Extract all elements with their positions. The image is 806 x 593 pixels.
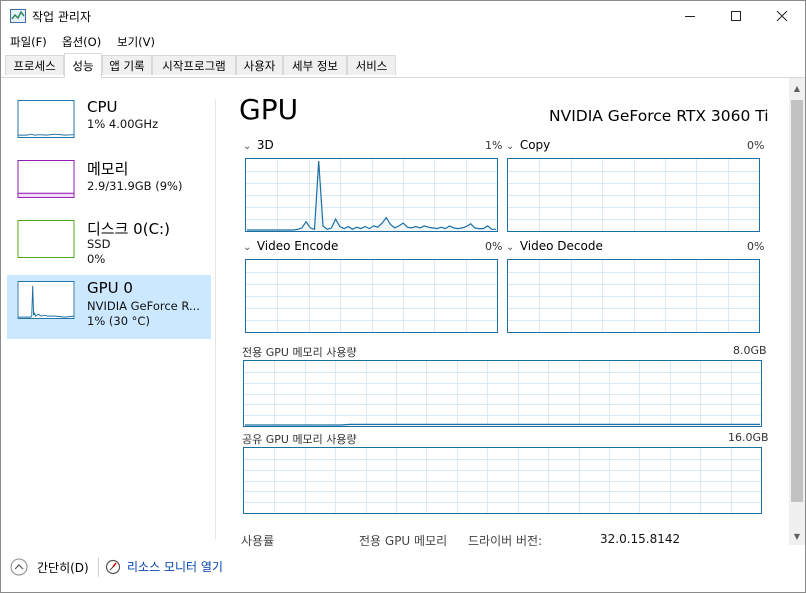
engine-value: 0% (747, 240, 765, 253)
sidebar-item-detail: 2.9/31.9GB (9%) (87, 179, 183, 193)
maximize-button[interactable] (713, 1, 759, 31)
footer: 간단히(D) 리소스 모니터 열기 (1, 551, 805, 591)
sidebar-item-detail-2: 1% (30 °C) (87, 314, 150, 328)
task-manager-app-icon (10, 9, 26, 23)
stat-utilization-label: 사용률 (241, 534, 275, 548)
shared-memory-max: 16.0GB (728, 431, 769, 444)
stat-dedicated-memory-label: 전용 GPU 메모리 (359, 534, 448, 548)
dedicated-memory-label: 전용 GPU 메모리 사용량 (242, 346, 357, 359)
engine-name: 3D (256, 138, 274, 152)
close-button[interactable] (759, 1, 805, 31)
tab-users[interactable]: 사용자 (236, 55, 283, 75)
sidebar: CPU 1% 4.00GHz 메모리 2.9/31.9GB (9%) 디스크 0… (1, 78, 215, 538)
engine-selector-video-encode[interactable]: ⌄ Video Encode (243, 239, 338, 253)
gpu-thumbnail-graph (17, 281, 75, 319)
engine-selector-copy[interactable]: ⌄ Copy (506, 138, 550, 152)
graph-video-decode (507, 259, 760, 333)
sidebar-item-disk[interactable]: 디스크 0(C:) SSD 0% (7, 214, 211, 278)
engine-value: 0% (485, 240, 503, 253)
chevron-down-icon: ⌄ (506, 242, 515, 253)
tab-app-history[interactable]: 앱 기록 (102, 55, 152, 75)
sidebar-item-gpu[interactable]: GPU 0 NVIDIA GeForce R... 1% (30 °C) (7, 275, 211, 339)
menu-options[interactable]: 옵션(O) (62, 34, 101, 50)
tab-processes[interactable]: 프로세스 (5, 55, 64, 75)
engine-selector-3d[interactable]: ⌄ 3D (243, 138, 274, 152)
graph-video-decode-svg (508, 260, 759, 332)
sidebar-item-name: 메모리 (87, 160, 129, 178)
engine-value: 0% (747, 139, 765, 152)
chevron-down-icon: ⌄ (506, 141, 515, 152)
graph-copy-svg (508, 159, 759, 231)
engine-value: 1% (485, 139, 503, 152)
chevron-down-icon: ⌄ (243, 242, 252, 253)
minimize-button[interactable] (667, 1, 713, 31)
sidebar-item-memory[interactable]: 메모리 2.9/31.9GB (9%) (7, 154, 211, 218)
sidebar-item-name: CPU (87, 98, 118, 116)
tab-bar: 프로세스 성능 앱 기록 시작프로그램 사용자 세부 정보 서비스 (1, 53, 805, 78)
sidebar-item-detail: SSD (87, 237, 111, 251)
sidebar-item-cpu[interactable]: CPU 1% 4.00GHz (7, 94, 211, 158)
sidebar-item-name: GPU 0 (87, 279, 133, 297)
chevron-up-circle-icon (10, 558, 28, 576)
resource-monitor-label: 리소스 모니터 열기 (127, 560, 223, 574)
task-manager-window: 작업 관리자 파일(F) 옵션(O) 보기(V) 프로세스 성능 앱 기록 시작… (0, 0, 806, 593)
tab-performance[interactable]: 성능 (64, 53, 102, 78)
tab-startup[interactable]: 시작프로그램 (152, 55, 236, 75)
sidebar-item-detail-2: 0% (87, 252, 106, 266)
engine-name: Copy (519, 138, 551, 152)
minimize-icon (685, 16, 695, 17)
sidebar-item-name: 디스크 0(C:) (87, 220, 170, 238)
maximize-icon (731, 11, 741, 21)
sidebar-item-detail: NVIDIA GeForce R... (87, 299, 200, 313)
page-title: GPU (239, 93, 299, 126)
chevron-down-icon: ⌄ (243, 141, 252, 152)
close-icon (776, 10, 788, 22)
tab-services[interactable]: 서비스 (347, 55, 396, 75)
gpu-model-name: NVIDIA GeForce RTX 3060 Ti (549, 107, 769, 125)
shared-memory-label: 공유 GPU 메모리 사용량 (242, 433, 357, 446)
fewer-details-label: 간단히(D) (37, 560, 89, 575)
dedicated-memory-max: 8.0GB (733, 344, 767, 357)
window-title: 작업 관리자 (32, 10, 92, 24)
cpu-thumbnail-graph (17, 100, 75, 138)
graph-shared-memory (243, 447, 762, 514)
menu-view[interactable]: 보기(V) (117, 34, 155, 50)
stat-driver-version-value: 32.0.15.8142 (600, 532, 681, 546)
stat-driver-version-label: 드라이버 버전: (468, 534, 543, 548)
engine-name: Video Decode (519, 239, 603, 253)
scroll-down-icon[interactable]: ▼ (789, 528, 805, 544)
open-resource-monitor-link[interactable]: 리소스 모니터 열기 (105, 558, 223, 575)
menu-bar: 파일(F) 옵션(O) 보기(V) (1, 31, 805, 51)
graph-video-encode-svg (246, 260, 497, 332)
graph-video-encode (245, 259, 498, 333)
graph-copy (507, 158, 760, 232)
series-dedicated-memory (245, 423, 760, 426)
graph-dedicated-memory-svg (244, 361, 761, 426)
disk-thumbnail-graph (17, 220, 75, 258)
engine-selector-video-decode[interactable]: ⌄ Video Decode (506, 239, 603, 253)
pane-divider (215, 99, 216, 539)
footer-divider (98, 557, 99, 577)
graph-shared-memory-svg (244, 448, 761, 513)
fewer-details-button[interactable]: 간단히(D) (10, 558, 89, 576)
engine-name: Video Encode (256, 239, 339, 253)
menu-file[interactable]: 파일(F) (10, 34, 47, 50)
graph-3d-svg (246, 159, 497, 231)
sidebar-item-detail: 1% 4.00GHz (87, 117, 159, 131)
memory-thumbnail-graph (17, 160, 75, 198)
resource-monitor-icon (105, 559, 121, 574)
graph-dedicated-memory (243, 360, 762, 427)
title-bar: 작업 관리자 (1, 1, 805, 31)
scrollbar-thumb[interactable] (791, 100, 803, 502)
tab-details[interactable]: 세부 정보 (283, 55, 347, 75)
scroll-up-icon[interactable]: ▲ (789, 80, 805, 96)
graph-3d (245, 158, 498, 232)
vertical-scrollbar[interactable]: ▲ ▼ (789, 78, 805, 545)
